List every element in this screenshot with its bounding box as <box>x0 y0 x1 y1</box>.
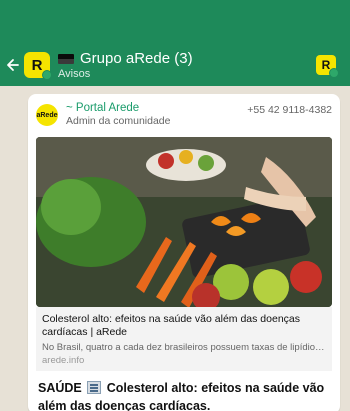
message-bubble[interactable]: aRede ~ Portal Arede Admin da comunidade… <box>28 94 340 411</box>
message-text: SAÚDE Colesterol alto: efeitos na saúde … <box>28 371 340 411</box>
sender-logo[interactable]: aRede <box>36 104 58 126</box>
message-sender: aRede ~ Portal Arede Admin da comunidade… <box>28 94 340 127</box>
community-avatar[interactable]: R <box>316 55 339 78</box>
check-badge-icon <box>329 68 339 78</box>
sender-name[interactable]: ~ Portal Arede <box>66 102 247 114</box>
food-image-icon <box>36 137 332 307</box>
chat-header: R Grupo aRede (3) Avisos R <box>0 44 350 86</box>
chat-title: Grupo aRede (3) <box>80 50 193 67</box>
link-preview-description: No Brasil, quatro a cada dez brasileiros… <box>42 342 326 353</box>
link-preview-domain: arede.info <box>42 355 85 366</box>
sender-phone[interactable]: +55 42 9118-4382 <box>247 104 332 116</box>
arrow-left-icon <box>7 59 19 71</box>
chat-area[interactable]: aRede ~ Portal Arede Admin da comunidade… <box>0 86 350 411</box>
chat-title-area[interactable]: Grupo aRede (3) Avisos <box>58 50 316 80</box>
chat-subtitle: Avisos <box>58 68 91 80</box>
link-preview-image[interactable] <box>36 137 332 307</box>
back-button[interactable] <box>2 54 24 76</box>
link-preview-card[interactable]: Colesterol alto: efeitos na saúde vão al… <box>36 307 332 371</box>
avatar-badge-icon <box>42 70 52 80</box>
group-avatar-letter: R <box>31 56 43 74</box>
flag-icon <box>58 53 74 64</box>
status-bar <box>0 0 350 44</box>
message-category: SAÚDE <box>38 381 82 395</box>
sender-role: Admin da comunidade <box>66 115 171 127</box>
link-preview-title: Colesterol alto: efeitos na saúde vão al… <box>42 313 300 338</box>
group-avatar[interactable]: R <box>24 52 52 80</box>
newspaper-icon <box>87 381 102 394</box>
